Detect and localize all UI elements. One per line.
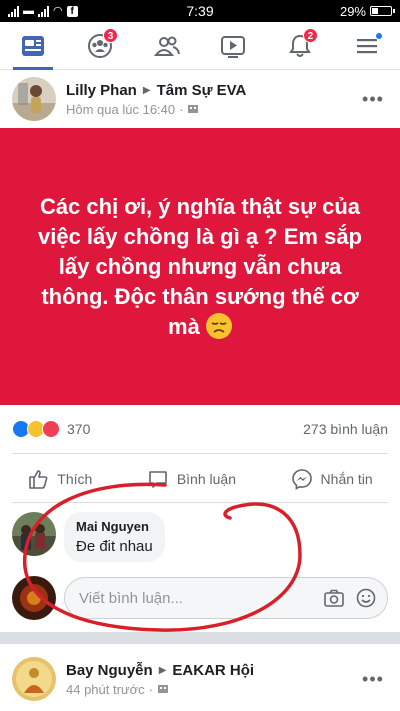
dot-separator: · [179, 101, 184, 117]
post-meta-2: Bay Nguyễn ▶ EAKAR Hội 44 phút trước · [66, 662, 358, 697]
nav-notifications[interactable]: 2 [276, 24, 324, 68]
post-more-options-button-2[interactable]: ••• [358, 669, 388, 690]
comment-input[interactable]: Viết bình luận... [64, 577, 388, 619]
menu-dot-badge [374, 31, 383, 40]
nav-news-feed[interactable] [9, 24, 57, 70]
arrow-right-icon: ▶ [142, 84, 151, 96]
post-title-2: Bay Nguyễn ▶ EAKAR Hội [66, 662, 358, 679]
reactions-summary[interactable]: 370 273 bình luận [0, 410, 400, 448]
divider [12, 502, 388, 503]
author-name[interactable]: Lilly Phan [66, 82, 137, 99]
watch-video-icon [221, 35, 246, 58]
author-avatar-2[interactable] [12, 657, 56, 701]
comment-bubble[interactable]: Mai Nguyen Đe đit nhau [64, 512, 165, 562]
news-feed-icon [22, 35, 45, 56]
arrow-right-icon: ▶ [158, 664, 167, 676]
reaction-count: 370 [67, 421, 91, 437]
post-subtitle: Hôm qua lúc 16:40 · [66, 102, 358, 117]
author-avatar[interactable] [12, 77, 56, 121]
post-time[interactable]: Hôm qua lúc 16:40 [66, 102, 175, 117]
facebook-nav-bar: 3 2 [0, 22, 400, 70]
group-privacy-icon [158, 685, 168, 693]
my-avatar[interactable] [12, 576, 56, 620]
post-actions: Thích Bình luận Nhắn tin [0, 458, 400, 500]
group-privacy-icon [188, 105, 199, 113]
group-name[interactable]: Tâm Sự EVA [157, 82, 247, 99]
like-label: Thích [57, 471, 93, 487]
friends-icon [153, 36, 180, 56]
post-header-2: Bay Nguyễn ▶ EAKAR Hội 44 phút trước · •… [0, 650, 400, 708]
status-right-icons: 29% [339, 3, 395, 19]
emoji-icon[interactable] [353, 585, 379, 611]
battery-icon [370, 6, 395, 16]
nav-friends[interactable] [143, 24, 191, 68]
nav-watch[interactable] [209, 24, 257, 68]
comment-count[interactable]: 273 bình luận [303, 421, 388, 437]
battery-percent: 29% [339, 3, 366, 19]
post-more-options-button[interactable]: ••• [358, 89, 388, 110]
group-name-2[interactable]: EAKAR Hội [172, 662, 254, 679]
post-meta: Lilly Phan ▶ Tâm Sự EVA Hôm qua lúc 16:4… [66, 82, 358, 117]
disappointed-emoji-icon [205, 312, 232, 339]
thumbs-up-icon [29, 470, 48, 489]
divider [12, 453, 388, 454]
comment-button[interactable]: Bình luận [147, 468, 236, 490]
post-status-background: Các chị ơi, ý nghĩa thật sự của việc lấy… [0, 128, 400, 405]
author-name-2[interactable]: Bay Nguyễn [66, 662, 153, 679]
post-subtitle-2: 44 phút trước · [66, 682, 358, 697]
comment-input-placeholder: Viết bình luận... [79, 589, 183, 607]
comment-text: Đe đit nhau [76, 538, 153, 555]
post-status-text: Các chị ơi, ý nghĩa thật sự của việc lấy… [37, 193, 362, 339]
post-time-2[interactable]: 44 phút trước [66, 682, 145, 697]
camera-icon[interactable] [321, 585, 347, 611]
post-header: Lilly Phan ▶ Tâm Sự EVA Hôm qua lúc 16:4… [0, 70, 400, 128]
like-button[interactable]: Thích [27, 468, 92, 490]
write-comment-row: Viết bình luận... [12, 576, 388, 620]
dot-separator: · [148, 681, 153, 697]
comment-author[interactable]: Mai Nguyen [76, 519, 153, 534]
messenger-icon [291, 469, 312, 490]
message-label: Nhắn tin [320, 471, 373, 487]
post-title: Lilly Phan ▶ Tâm Sự EVA [66, 82, 358, 99]
commenter-avatar[interactable] [12, 512, 56, 556]
feed-separator [0, 632, 400, 644]
notifications-badge: 2 [302, 27, 318, 43]
love-reaction-icon [42, 420, 60, 438]
comment-item: Mai Nguyen Đe đit nhau [12, 512, 165, 562]
system-status-bar: ▬ ◠ f 7:39 29% [0, 0, 400, 22]
message-button[interactable]: Nhắn tin [291, 468, 373, 490]
groups-badge: 3 [102, 27, 118, 43]
nav-groups[interactable]: 3 [76, 24, 124, 68]
reaction-icons [12, 420, 60, 438]
comment-bubble-icon [149, 471, 167, 488]
nav-menu[interactable] [343, 24, 391, 68]
comment-label: Bình luận [176, 471, 236, 487]
